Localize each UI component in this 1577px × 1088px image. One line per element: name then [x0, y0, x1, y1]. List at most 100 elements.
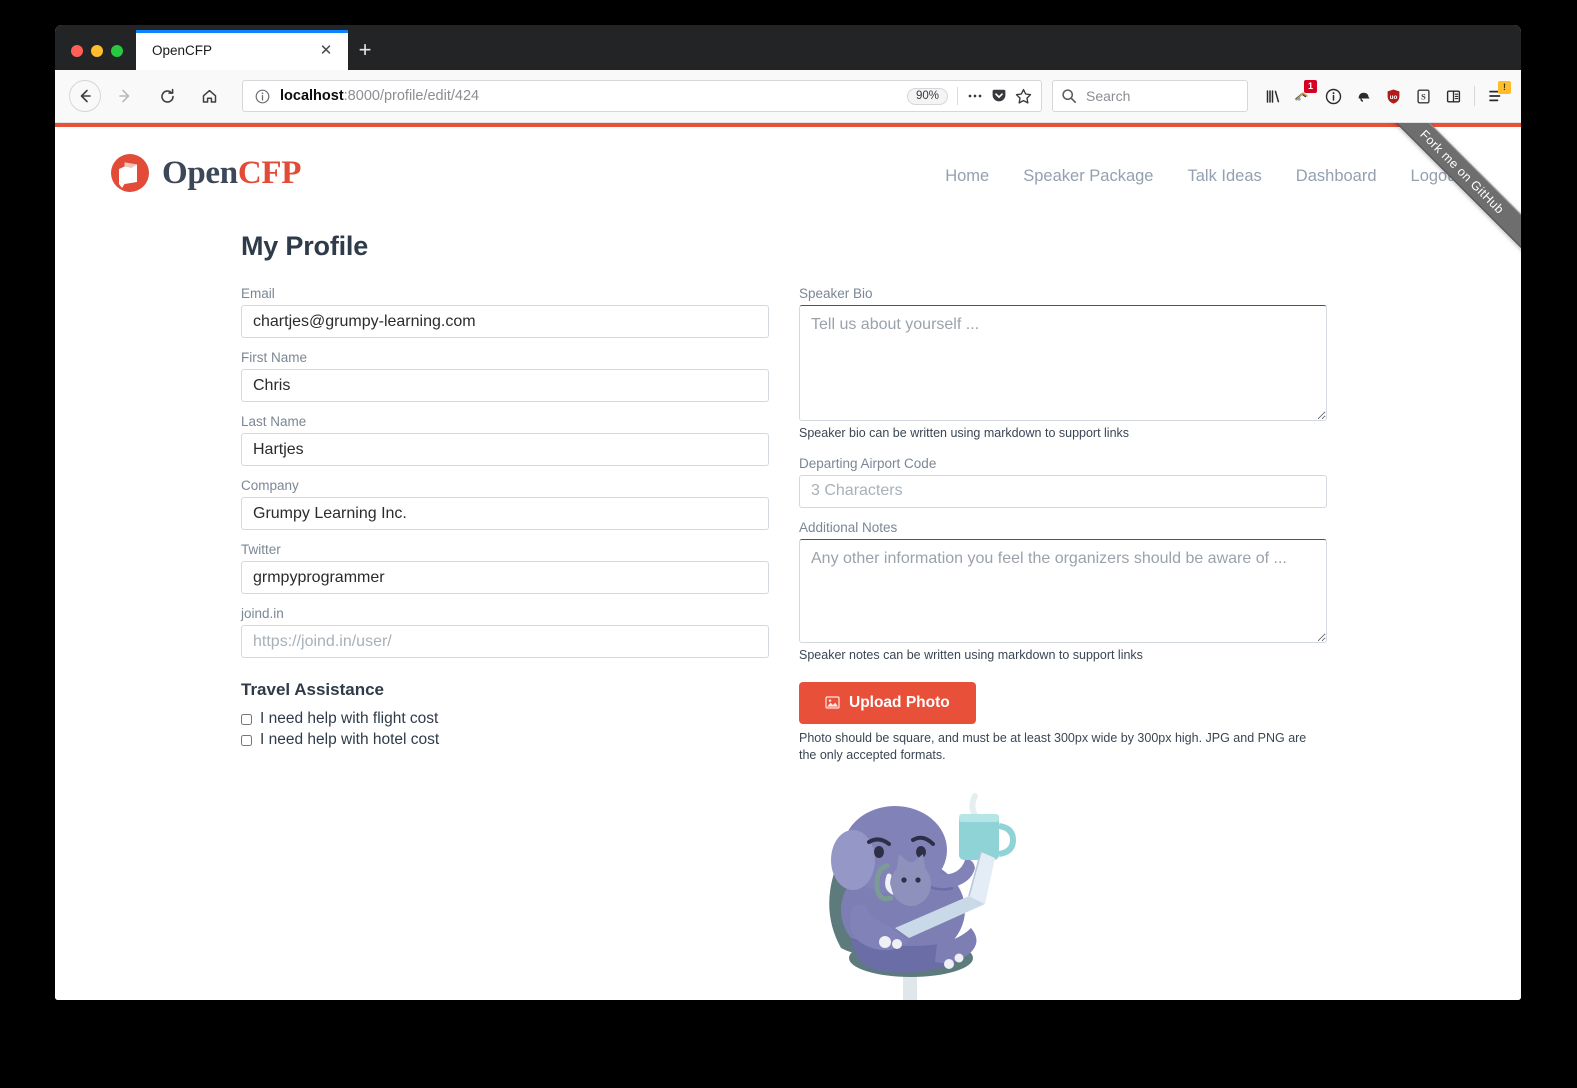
maximize-window-button[interactable] — [111, 45, 123, 57]
field-joindin: joind.in — [241, 606, 769, 658]
search-bar[interactable]: Search — [1052, 80, 1248, 112]
extension-tray: 1 uo S ! — [1258, 80, 1511, 112]
browser-toolbar: localhost:8000/profile/edit/424 90% Sear… — [55, 70, 1521, 123]
joindin-field[interactable] — [241, 625, 769, 658]
pocket-badge: 1 — [1304, 80, 1317, 93]
field-airport-code: Departing Airport Code — [799, 456, 1327, 508]
site-header: OpenCFP Home Speaker Package Talk Ideas … — [55, 127, 1521, 193]
forward-button[interactable] — [107, 78, 143, 114]
upload-photo-button[interactable]: Upload Photo — [799, 681, 976, 724]
additional-notes-help: Speaker notes can be written using markd… — [799, 647, 1143, 662]
label-company: Company — [241, 478, 299, 493]
home-button[interactable] — [191, 78, 227, 114]
field-speaker-bio: Speaker Bio Speaker bio can be written u… — [799, 286, 1327, 442]
minimize-window-button[interactable] — [91, 45, 103, 57]
site-nav: Home Speaker Package Talk Ideas Dashboar… — [945, 161, 1461, 186]
brand-text: OpenCFP — [162, 155, 301, 192]
svg-text:uo: uo — [1389, 93, 1397, 100]
search-input[interactable]: Search — [1086, 88, 1130, 104]
field-additional-notes: Additional Notes Speaker notes can be wr… — [799, 520, 1327, 664]
additional-notes-textarea[interactable] — [799, 538, 1327, 643]
field-last-name: Last Name — [241, 414, 769, 466]
pocket-icon[interactable]: 1 — [1288, 80, 1318, 112]
reload-button[interactable] — [149, 78, 185, 114]
company-field[interactable] — [241, 497, 769, 530]
hamburger-menu-icon[interactable]: ! — [1481, 80, 1511, 112]
url-path: :8000/profile/edit/424 — [343, 88, 480, 104]
new-tab-button[interactable]: + — [348, 30, 382, 70]
speaker-bio-textarea[interactable] — [799, 305, 1327, 421]
hotel-cost-label: I need help with hotel cost — [260, 731, 440, 748]
page-info-icon[interactable] — [253, 87, 271, 105]
browser-window: OpenCFP ✕ + localhost:8000/profile/edit/… — [55, 25, 1521, 1000]
s-extension-icon[interactable]: S — [1408, 80, 1438, 112]
label-additional-notes: Additional Notes — [799, 519, 898, 535]
brand-cfp: CFP — [237, 154, 302, 191]
email-field[interactable] — [241, 305, 769, 338]
form-column-left: Email First Name Last Name Company — [241, 286, 769, 1000]
travel-assistance-title: Travel Assistance — [241, 680, 385, 699]
label-email: Email — [241, 286, 275, 301]
profile-photo — [799, 777, 1023, 1000]
browser-tab[interactable]: OpenCFP ✕ — [136, 30, 348, 70]
form-column-right: Speaker Bio Speaker bio can be written u… — [799, 286, 1327, 1000]
close-window-button[interactable] — [71, 45, 83, 57]
field-first-name: First Name — [241, 350, 769, 402]
airport-code-field[interactable] — [799, 474, 1327, 508]
address-bar[interactable]: localhost:8000/profile/edit/424 90% — [242, 80, 1042, 112]
form-columns: Email First Name Last Name Company — [110, 286, 1466, 1000]
library-icon[interactable] — [1258, 80, 1288, 112]
ublock-shield-icon[interactable]: uo — [1378, 80, 1408, 112]
menu-alert-badge: ! — [1498, 81, 1511, 94]
travel-flight-option[interactable]: I need help with flight cost — [241, 710, 769, 728]
url-host: localhost — [280, 88, 344, 104]
notification-icon[interactable] — [1348, 80, 1378, 112]
page-title: My Profile — [241, 231, 369, 261]
nav-item-speaker-package[interactable]: Speaker Package — [1023, 167, 1153, 186]
first-name-field[interactable] — [241, 369, 769, 402]
speaker-bio-help: Speaker bio can be written using markdow… — [799, 426, 1130, 440]
back-button[interactable] — [69, 80, 101, 112]
close-icon[interactable]: ✕ — [316, 40, 336, 60]
image-icon — [825, 695, 840, 710]
reader-view-icon[interactable] — [1438, 80, 1468, 112]
page-info-icon[interactable] — [1318, 80, 1348, 112]
page-actions-icon[interactable] — [963, 84, 987, 108]
nav-item-dashboard[interactable]: Dashboard — [1296, 167, 1377, 186]
search-icon — [1061, 88, 1078, 105]
upload-photo-label: Upload Photo — [849, 693, 950, 711]
field-twitter: Twitter — [241, 542, 769, 594]
twitter-field[interactable] — [241, 561, 769, 594]
travel-hotel-option[interactable]: I need help with hotel cost — [241, 731, 769, 749]
label-joindin: joind.in — [241, 606, 284, 621]
url-text: localhost:8000/profile/edit/424 — [280, 88, 907, 104]
brand-open: Open — [162, 154, 238, 191]
tab-title: OpenCFP — [152, 42, 213, 58]
upload-photo-help: Photo should be square, and must be at l… — [799, 730, 1307, 762]
field-company: Company — [241, 478, 769, 530]
svg-text:S: S — [1421, 92, 1426, 101]
label-airport-code: Departing Airport Code — [799, 455, 937, 471]
flight-cost-label: I need help with flight cost — [260, 710, 439, 727]
brand-logo[interactable]: OpenCFP — [110, 153, 301, 193]
label-last-name: Last Name — [241, 414, 307, 429]
flight-cost-checkbox[interactable] — [241, 713, 252, 725]
window-traffic-lights — [59, 45, 136, 70]
divider — [1474, 86, 1475, 106]
field-email: Email — [241, 286, 769, 338]
label-twitter: Twitter — [241, 542, 281, 557]
opencfp-logo-icon — [110, 153, 150, 193]
nav-item-talk-ideas[interactable]: Talk Ideas — [1188, 167, 1262, 186]
label-first-name: First Name — [241, 350, 308, 365]
last-name-field[interactable] — [241, 433, 769, 466]
grumpy-elephant-avatar — [799, 777, 1023, 1000]
profile-page: My Profile Email First Name Last Name — [55, 193, 1521, 1000]
pocket-save-icon[interactable] — [987, 84, 1011, 108]
tab-strip: OpenCFP ✕ + — [55, 25, 1521, 70]
hotel-cost-checkbox[interactable] — [241, 734, 252, 746]
divider — [957, 87, 958, 105]
zoom-level-indicator[interactable]: 90% — [906, 87, 948, 105]
page-viewport: Fork me on GitHub OpenCFP Home Speaker P… — [55, 123, 1521, 1000]
nav-item-home[interactable]: Home — [945, 167, 989, 186]
bookmark-star-icon[interactable] — [1011, 84, 1035, 108]
